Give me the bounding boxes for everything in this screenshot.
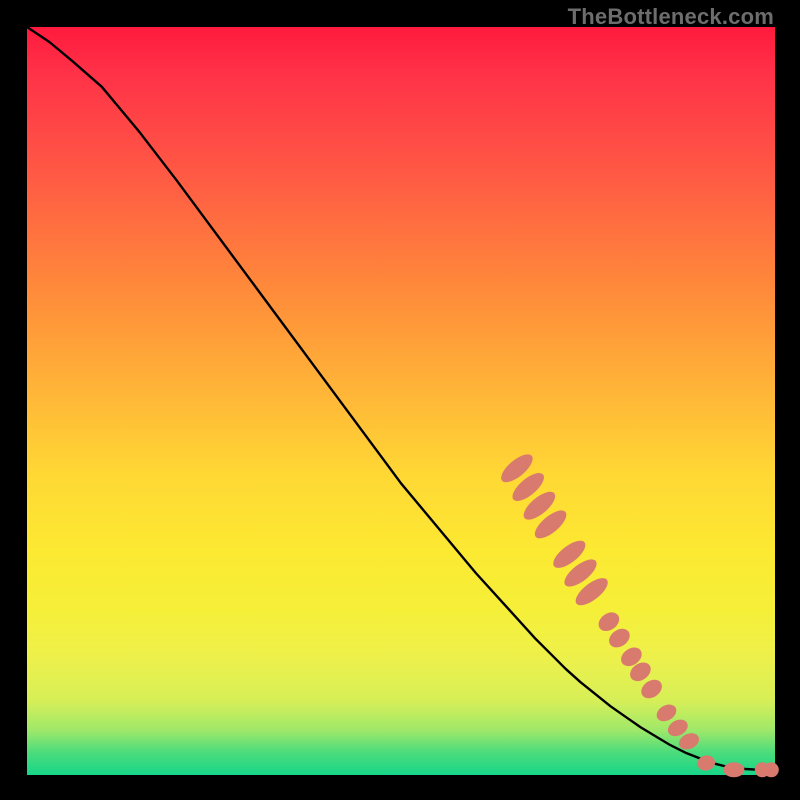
- chart-stage: TheBottleneck.com: [0, 0, 800, 800]
- curve-markers: [497, 450, 779, 778]
- curve-line: [27, 27, 775, 770]
- chart-svg: [27, 27, 775, 775]
